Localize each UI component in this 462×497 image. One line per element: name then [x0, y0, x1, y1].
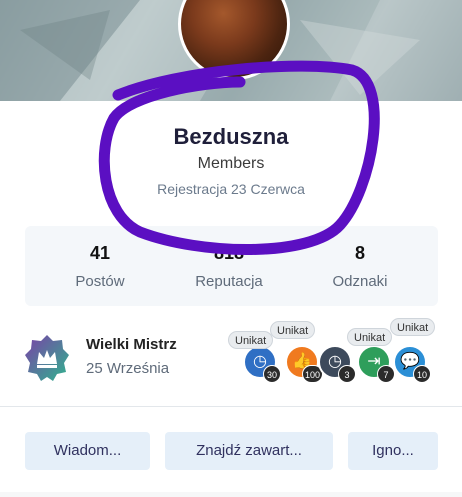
achievement-badge[interactable]: 👍 100 — [285, 345, 323, 383]
achievement-count: 30 — [263, 365, 281, 383]
achievement-badge[interactable]: ◷ 30 — [243, 345, 281, 383]
profile-group: Members — [197, 155, 265, 172]
footer-edge — [0, 492, 462, 497]
ignore-button[interactable]: Igno... — [348, 432, 438, 470]
crown-icon — [25, 335, 69, 381]
achievement-count: 3 — [338, 365, 356, 383]
achievement-count: 10 — [413, 365, 431, 383]
stat-reputation-label: Reputacja — [195, 273, 263, 290]
profile-stats: 41 Postów 818 Reputacja 8 Odznaki — [25, 226, 438, 306]
rank-title: Wielki Mistrz — [86, 336, 177, 353]
message-button[interactable]: Wiadom... — [25, 432, 150, 470]
profile-card: Bezduszna Members Rejestracja 23 Czerwca… — [0, 0, 462, 497]
rank-badge — [24, 333, 70, 383]
achievement-badge[interactable]: 💬 10 — [393, 345, 431, 383]
rare-badge-tag: Unikat — [228, 331, 274, 349]
rank-date: 25 Września — [86, 360, 170, 377]
stat-posts-label: Postów — [75, 273, 125, 290]
divider — [0, 406, 462, 407]
achievement-badge[interactable]: ⇥ 7 — [357, 345, 395, 383]
stat-posts-value: 41 — [89, 243, 111, 263]
stat-reputation[interactable]: 818 Reputacja — [160, 226, 298, 290]
rare-badge-tag: Unikat — [390, 318, 436, 336]
stat-posts[interactable]: 41 Postów — [31, 226, 169, 290]
stat-badges[interactable]: 8 Odznaki — [291, 226, 429, 290]
find-content-button[interactable]: Znajdź zawart... — [165, 432, 333, 470]
rare-badge-tag: Unikat — [347, 328, 393, 346]
profile-joined-date: Rejestracja 23 Czerwca — [157, 181, 305, 197]
stat-reputation-value: 818 — [213, 243, 245, 263]
profile-name[interactable]: Bezduszna — [0, 124, 462, 150]
achievement-count: 7 — [377, 365, 395, 383]
achievement-badge[interactable]: ◷ 3 — [318, 345, 356, 383]
stat-badges-value: 8 — [354, 243, 365, 263]
stat-badges-label: Odznaki — [332, 273, 388, 290]
rare-badge-tag: Unikat — [270, 321, 316, 339]
